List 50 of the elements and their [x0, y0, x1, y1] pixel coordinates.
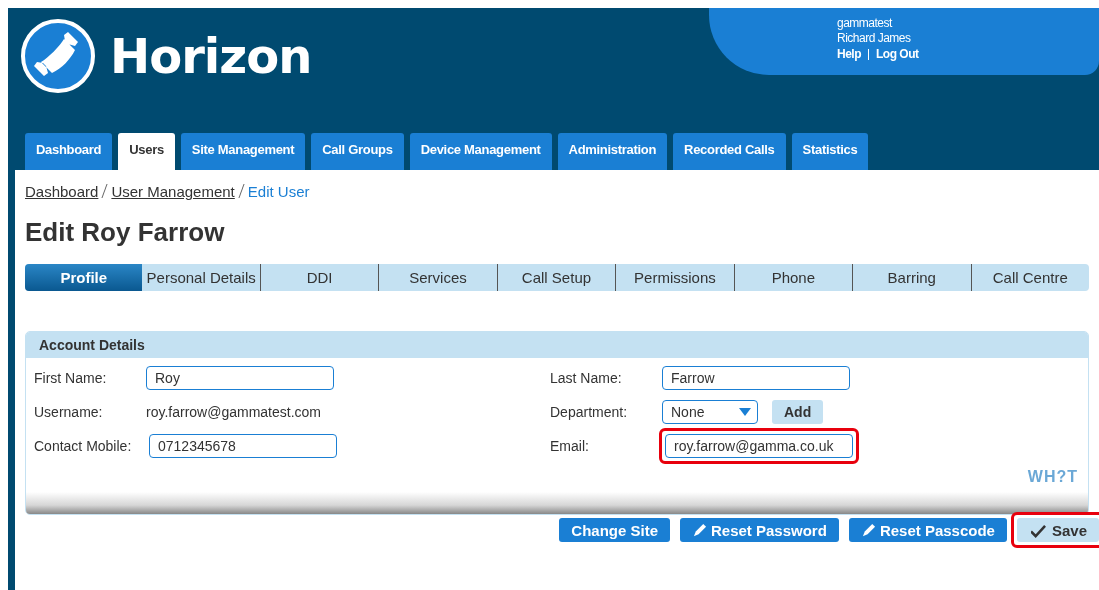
- profile-tab[interactable]: Personal Details: [142, 264, 260, 291]
- nav-tab[interactable]: Site Management: [180, 133, 306, 170]
- field-label: Department:: [550, 404, 629, 420]
- text-field[interactable]: 0712345678: [149, 434, 337, 458]
- nav-tab[interactable]: Device Management: [409, 133, 552, 170]
- pencil-icon: [692, 522, 707, 538]
- action-button[interactable]: Reset Password: [680, 518, 839, 542]
- page-title: Edit Roy Farrow: [25, 217, 226, 247]
- field-label: Email:: [550, 438, 590, 454]
- header-link[interactable]: Help: [837, 46, 861, 62]
- department-select[interactable]: None: [662, 400, 758, 424]
- profile-tab[interactable]: Call Centre: [970, 264, 1089, 291]
- breadcrumb-current: Edit User: [247, 182, 310, 200]
- caret-icon: [739, 408, 751, 416]
- profile-tab[interactable]: Permissions: [615, 264, 734, 291]
- nav-tab[interactable]: Dashboard: [25, 133, 113, 170]
- field-label: Contact Mobile:: [34, 438, 133, 454]
- field-label: First Name:: [34, 370, 108, 386]
- text-field[interactable]: Farrow: [662, 366, 850, 390]
- nav-tab[interactable]: Call Groups: [311, 133, 404, 170]
- save-button[interactable]: Save: [1016, 518, 1099, 542]
- action-button[interactable]: Change Site: [559, 518, 670, 542]
- logo-text: Horizon: [110, 28, 312, 84]
- nav-tab[interactable]: Users: [118, 133, 175, 170]
- profile-tab[interactable]: Profile: [25, 264, 143, 291]
- nav-tab[interactable]: Administration: [557, 133, 668, 170]
- text-field[interactable]: Roy: [146, 366, 334, 390]
- nav-tab[interactable]: Recorded Calls: [673, 133, 786, 170]
- pencil-icon: [860, 522, 876, 538]
- profile-tab[interactable]: Call Setup: [496, 264, 616, 291]
- add-button[interactable]: Add: [772, 400, 824, 424]
- phone-logo-icon: [20, 18, 96, 94]
- profile-tab[interactable]: Barring: [852, 264, 971, 291]
- user-name: Richard James: [837, 31, 912, 46]
- profile-tab[interactable]: Phone: [733, 264, 853, 291]
- field-label: Username:: [34, 404, 104, 420]
- text-field[interactable]: roy.farrow@gamma.co.uk: [665, 434, 853, 458]
- breadcrumb-link[interactable]: Dashboard: [25, 182, 99, 200]
- header-link[interactable]: Log Out: [876, 46, 919, 62]
- profile-tab[interactable]: DDI: [259, 264, 379, 291]
- panel-heading: Account Details: [26, 332, 1088, 358]
- nav-tab[interactable]: Statistics: [791, 133, 869, 170]
- breadcrumb-link[interactable]: User Management: [111, 182, 235, 200]
- account-name: gammatest: [837, 16, 894, 31]
- action-button[interactable]: Reset Passcode: [848, 518, 1007, 542]
- brand-logo: WH?T: [1027, 468, 1078, 486]
- checkmark-icon: [1030, 522, 1046, 538]
- field-value: roy.farrow@gammatest.com: [146, 404, 321, 420]
- profile-tab[interactable]: Services: [378, 264, 497, 291]
- field-label: Last Name:: [550, 370, 623, 386]
